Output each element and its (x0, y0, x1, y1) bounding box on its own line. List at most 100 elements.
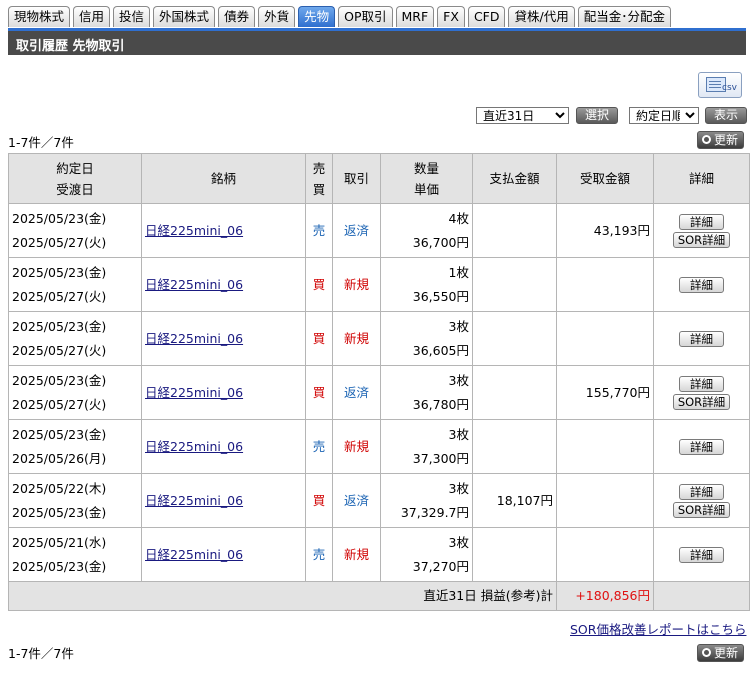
detail-button[interactable]: 詳細 (679, 276, 724, 293)
tab-5[interactable]: 外貨 (258, 6, 296, 27)
csv-download-button[interactable]: csv (698, 72, 742, 98)
table-row: 2025/05/21(水) 2025/05/23(金) 日経225mini_06 売新… (8, 527, 750, 582)
quantity: 3枚 (448, 426, 469, 442)
issue-link[interactable]: 日経225mini_06 (145, 493, 243, 508)
issue-cell: 日経225mini_06 (141, 365, 306, 420)
result-count-bottom: 1-7件／7件 (8, 646, 74, 661)
tab-11[interactable]: 貸株/代用 (508, 6, 575, 27)
header-trade: 取引 (332, 153, 381, 204)
detail-cell: 詳細 (653, 527, 750, 582)
header-buy: 買 (312, 181, 326, 197)
receive-cell (556, 473, 654, 528)
period-select[interactable]: 直近31日 (476, 107, 569, 124)
select-button[interactable]: 選択 (576, 107, 618, 124)
pay-cell (472, 257, 557, 312)
receive-cell (556, 527, 654, 582)
issue-link[interactable]: 日経225mini_06 (145, 439, 243, 454)
issue-link[interactable]: 日経225mini_06 (145, 331, 243, 346)
unit-price: 37,329.7円 (400, 504, 469, 520)
tab-12[interactable]: 配当金･分配金 (577, 6, 671, 27)
tab-8[interactable]: MRF (395, 6, 435, 27)
issue-link[interactable]: 日経225mini_06 (145, 277, 243, 292)
table-row: 2025/05/23(金) 2025/05/26(月) 日経225mini_06 売新… (8, 419, 750, 474)
sor-detail-button[interactable]: SOR詳細 (672, 231, 731, 248)
pay-cell (472, 203, 557, 258)
qty-price-cell: 3枚 37,300円 (380, 419, 473, 474)
issue-cell: 日経225mini_06 (141, 311, 306, 366)
pay-cell (472, 527, 557, 582)
display-button[interactable]: 表示 (705, 107, 747, 124)
side-cell: 売 (305, 203, 333, 258)
unit-price: 36,700円 (412, 234, 469, 250)
issue-cell: 日経225mini_06 (141, 473, 306, 528)
issue-link[interactable]: 日経225mini_06 (145, 223, 243, 238)
qty-price-cell: 4枚 36,700円 (380, 203, 473, 258)
detail-cell: 詳細 SOR詳細 (653, 473, 750, 528)
issue-link[interactable]: 日経225mini_06 (145, 547, 243, 562)
pay-cell (472, 419, 557, 474)
detail-button[interactable]: 詳細 (679, 375, 724, 392)
sor-report-link[interactable]: SOR価格改善レポートはこちら (570, 619, 746, 638)
side-cell: 買 (305, 365, 333, 420)
tab-1[interactable]: 信用 (73, 6, 111, 27)
detail-button[interactable]: 詳細 (679, 330, 724, 347)
unit-price: 37,300円 (412, 450, 469, 466)
tab-9[interactable]: FX (437, 6, 465, 27)
header-side: 売買 (305, 153, 333, 204)
tab-6[interactable]: 先物 (298, 6, 336, 27)
quantity: 3枚 (448, 480, 469, 496)
tab-0[interactable]: 現物株式 (8, 6, 71, 27)
detail-button[interactable]: 詳細 (679, 438, 724, 455)
header-quantity: 数量 (413, 160, 439, 176)
trade-date: 2025/05/21(水) (12, 534, 107, 550)
unit-price: 36,780円 (412, 396, 469, 412)
unit-price: 36,605円 (412, 342, 469, 358)
issue-cell: 日経225mini_06 (141, 257, 306, 312)
detail-button[interactable]: 詳細 (679, 213, 724, 230)
issue-cell: 日経225mini_06 (141, 527, 306, 582)
table-row: 2025/05/23(金) 2025/05/27(火) 日経225mini_06 買返… (8, 365, 750, 420)
result-count-top: 1-7件／7件 (8, 135, 74, 150)
page-title: 取引履歴 先物取引 (16, 39, 125, 54)
refresh-button-bottom[interactable]: 更新 (697, 644, 744, 662)
csv-label: csv (722, 83, 737, 93)
sor-detail-button[interactable]: SOR詳細 (672, 393, 731, 410)
header-issue: 銘柄 (141, 153, 306, 204)
pay-cell (472, 365, 557, 420)
refresh-button-top[interactable]: 更新 (697, 131, 744, 149)
refresh-icon (702, 648, 711, 657)
qty-price-cell: 3枚 37,270円 (380, 527, 473, 582)
tab-2[interactable]: 投信 (113, 6, 151, 27)
trade-history-table: 約定日 受渡日 銘柄 売買 取引 数量 単価 支払金額 受取金額 詳細 2025/0… (8, 153, 750, 611)
issue-link[interactable]: 日経225mini_06 (145, 385, 243, 400)
header-unit-price: 単価 (413, 181, 439, 197)
tab-4[interactable]: 債券 (218, 6, 256, 27)
trade-type-cell: 返済 (332, 203, 381, 258)
receive-cell: 43,193円 (556, 203, 654, 258)
sort-select[interactable]: 約定日順 (629, 107, 699, 124)
date-cell: 2025/05/23(金) 2025/05/27(火) (8, 365, 142, 420)
date-cell: 2025/05/23(金) 2025/05/26(月) (8, 419, 142, 474)
receive-cell: 155,770円 (556, 365, 654, 420)
detail-button[interactable]: 詳細 (679, 483, 724, 500)
receive-cell (556, 311, 654, 366)
detail-cell: 詳細 (653, 419, 750, 474)
trade-type-cell: 返済 (332, 473, 381, 528)
tab-7[interactable]: OP取引 (338, 6, 393, 27)
tab-10[interactable]: CFD (467, 6, 506, 27)
total-profit: +180,856円 (575, 588, 650, 603)
side-cell: 買 (305, 473, 333, 528)
product-tabs: 現物株式 信用 投信 外国株式 債券 外貨 先物 OP取引 MRF FX CFD 貸株/代用 配当金･分… (8, 6, 671, 27)
side-cell: 買 (305, 311, 333, 366)
detail-button[interactable]: 詳細 (679, 546, 724, 563)
trade-date: 2025/05/23(金) (12, 318, 107, 334)
date-cell: 2025/05/23(金) 2025/05/27(火) (8, 257, 142, 312)
total-value: +180,856円 (556, 581, 654, 611)
tab-3[interactable]: 外国株式 (153, 6, 216, 27)
sor-detail-button[interactable]: SOR詳細 (672, 501, 731, 518)
settle-date: 2025/05/23(金) (12, 558, 107, 574)
qty-price-cell: 3枚 36,780円 (380, 365, 473, 420)
header-date: 約定日 受渡日 (8, 153, 142, 204)
issue-cell: 日経225mini_06 (141, 203, 306, 258)
receive-cell (556, 257, 654, 312)
